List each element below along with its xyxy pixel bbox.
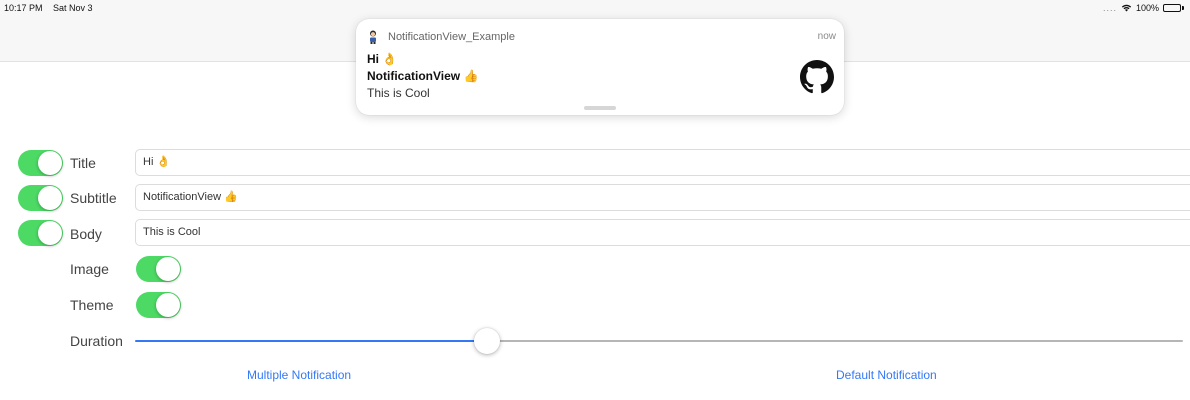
notification-subtitle: NotificationView 👍 (367, 69, 479, 83)
theme-label: Theme (70, 297, 114, 313)
image-label: Image (70, 261, 109, 277)
title-switch[interactable] (18, 150, 63, 176)
duration-slider[interactable] (135, 328, 1183, 354)
notification-app-name: NotificationView_Example (388, 31, 515, 43)
duration-label: Duration (70, 333, 123, 349)
default-notification-button[interactable]: Default Notification (836, 368, 937, 382)
character-icon (370, 30, 376, 44)
slider-max-track (487, 340, 1183, 342)
subtitle-label: Subtitle (70, 190, 117, 206)
status-bar-right: .... 100% (1103, 3, 1184, 13)
slider-thumb[interactable] (474, 328, 500, 354)
subtitle-switch[interactable] (18, 185, 63, 211)
status-bar-left: 10:17 PM Sat Nov 3 (4, 3, 101, 13)
body-label: Body (70, 226, 102, 242)
notification-banner[interactable]: NotificationView_Example now Hi 👌 Notifi… (356, 19, 844, 115)
battery-percent: 100% (1135, 3, 1159, 13)
github-icon (800, 60, 834, 94)
body-field[interactable]: This is Cool (135, 219, 1190, 246)
title-label: Title (70, 155, 96, 171)
subtitle-field[interactable]: NotificationView 👍 (135, 184, 1190, 211)
multiple-notification-button[interactable]: Multiple Notification (247, 368, 351, 382)
image-switch[interactable] (136, 256, 181, 282)
notification-title: Hi 👌 (367, 52, 398, 66)
slider-min-track (135, 340, 487, 342)
theme-switch[interactable] (136, 292, 181, 318)
wifi-icon (1121, 4, 1132, 12)
status-time: 10:17 PM (4, 3, 43, 13)
title-field[interactable]: Hi 👌 (135, 149, 1190, 176)
body-switch[interactable] (18, 220, 63, 246)
notification-grabber[interactable] (584, 106, 616, 110)
notification-body: This is Cool (367, 86, 430, 100)
battery-icon (1163, 4, 1184, 12)
notification-time: now (817, 31, 836, 42)
status-date: Sat Nov 3 (53, 3, 93, 13)
signal-indicator: .... (1102, 3, 1117, 13)
